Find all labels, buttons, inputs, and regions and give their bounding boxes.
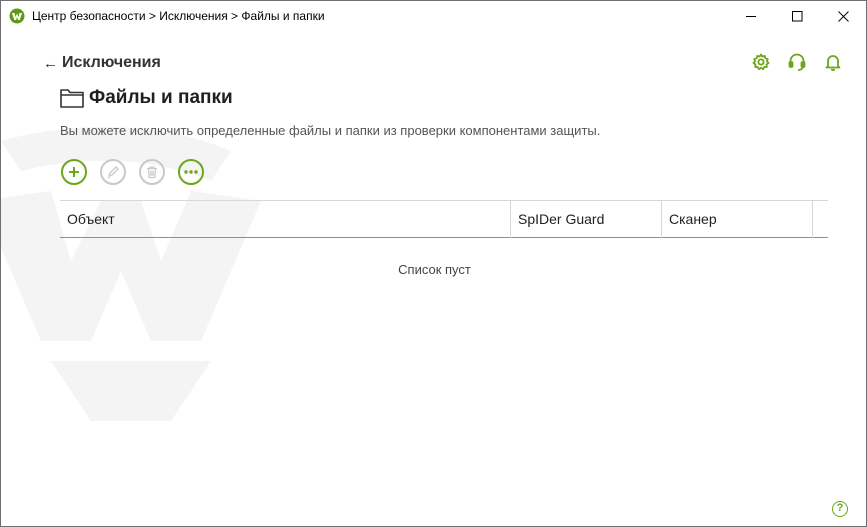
page-header: Файлы и папки bbox=[60, 87, 233, 109]
trash-icon bbox=[147, 166, 157, 179]
exclusions-table: Объект SpIDer Guard Сканер bbox=[60, 200, 828, 238]
plus-icon bbox=[69, 167, 79, 177]
bell-icon[interactable] bbox=[823, 52, 843, 72]
help-icon[interactable]: ? bbox=[832, 501, 848, 517]
empty-list-message: Список пуст bbox=[398, 262, 471, 277]
pencil-icon bbox=[108, 166, 119, 179]
maximize-button[interactable] bbox=[774, 1, 820, 31]
app-logo-icon bbox=[9, 8, 25, 24]
more-button[interactable] bbox=[178, 159, 204, 185]
close-icon bbox=[837, 10, 849, 22]
column-header-scanner[interactable]: Сканер bbox=[662, 201, 813, 238]
add-button[interactable] bbox=[61, 159, 87, 185]
back-link[interactable]: ← Исключения bbox=[43, 54, 161, 72]
maximize-icon bbox=[791, 10, 802, 21]
more-icon bbox=[184, 170, 198, 174]
headset-icon[interactable] bbox=[787, 52, 807, 72]
folder-icon bbox=[60, 89, 84, 108]
column-header-spider-guard[interactable]: SpIDer Guard bbox=[511, 201, 662, 238]
edit-button[interactable] bbox=[100, 159, 126, 185]
page-description: Вы можете исключить определенные файлы и… bbox=[60, 123, 601, 138]
gear-icon[interactable] bbox=[751, 52, 771, 72]
arrow-left-icon: ← bbox=[43, 54, 58, 72]
close-button[interactable] bbox=[820, 1, 866, 31]
column-header-object[interactable]: Объект bbox=[60, 201, 511, 238]
window-title: Центр безопасности > Исключения > Файлы … bbox=[32, 9, 325, 23]
minimize-icon bbox=[745, 15, 756, 17]
minimize-button[interactable] bbox=[728, 1, 774, 31]
delete-button[interactable] bbox=[139, 159, 165, 185]
back-label: Исключения bbox=[62, 54, 161, 71]
title-bar: Центр безопасности > Исключения > Файлы … bbox=[1, 1, 866, 31]
app-window: Центр безопасности > Исключения > Файлы … bbox=[0, 0, 867, 527]
page-title: Файлы и папки bbox=[89, 87, 233, 108]
